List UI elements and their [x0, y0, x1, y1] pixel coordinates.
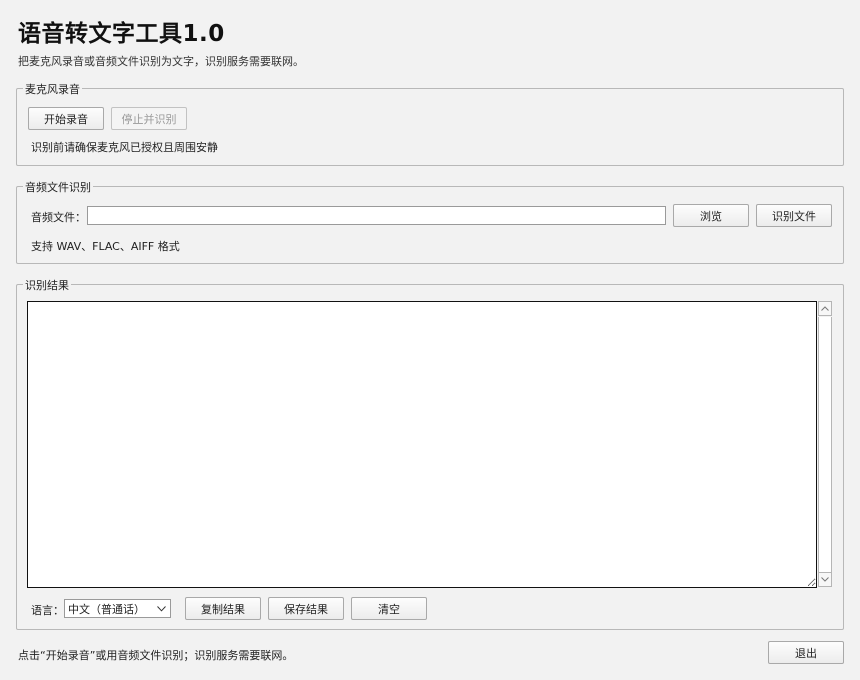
mic-recording-group: 麦克风录音 开始录音 停止并识别 识别前请确保麦克风已授权且周围安静	[16, 81, 844, 166]
copy-result-button[interactable]: 复制结果	[185, 597, 261, 620]
chevron-up-icon[interactable]	[818, 301, 832, 316]
file-group-legend: 音频文件识别	[23, 179, 93, 195]
stop-and-recognize-button[interactable]: 停止并识别	[111, 107, 187, 130]
audio-file-group: 音频文件识别 音频文件： 浏览 识别文件 支持 WAV、FLAC、AIFF 格式	[16, 179, 844, 264]
exit-button[interactable]: 退出	[768, 641, 844, 664]
save-result-button[interactable]: 保存结果	[268, 597, 344, 620]
language-selected-value: 中文（普通话）	[68, 602, 145, 616]
language-label: 语言：	[31, 604, 64, 617]
result-textarea[interactable]	[27, 301, 817, 588]
formats-hint: 支持 WAV、FLAC、AIFF 格式	[31, 240, 180, 253]
chevron-down-icon[interactable]	[818, 572, 832, 587]
status-text: 点击“开始录音”或用音频文件识别；识别服务需要联网。	[18, 649, 294, 662]
result-scrollbar[interactable]	[817, 301, 833, 588]
app-window: 语音转文字工具1.0 把麦克风录音或音频文件识别为文字，识别服务需要联网。 麦克…	[0, 0, 860, 680]
mic-group-legend: 麦克风录音	[23, 81, 82, 97]
start-recording-button[interactable]: 开始录音	[28, 107, 104, 130]
browse-button[interactable]: 浏览	[673, 204, 749, 227]
recognize-file-button[interactable]: 识别文件	[756, 204, 832, 227]
app-subtitle: 把麦克风录音或音频文件识别为文字，识别服务需要联网。	[18, 55, 304, 68]
result-group: 识别结果 语言： 中文（普通话） 复制结果 保存结果 清空	[16, 277, 844, 630]
chevron-down-icon	[157, 601, 166, 615]
clear-button[interactable]: 清空	[351, 597, 427, 620]
language-select[interactable]: 中文（普通话）	[64, 599, 171, 618]
scroll-track[interactable]	[818, 317, 832, 572]
result-group-legend: 识别结果	[23, 277, 71, 293]
mic-hint: 识别前请确保麦克风已授权且周围安静	[31, 141, 218, 154]
app-title: 语音转文字工具1.0	[18, 21, 225, 47]
audio-file-label: 音频文件：	[31, 211, 86, 224]
audio-file-path-input[interactable]	[87, 206, 666, 225]
